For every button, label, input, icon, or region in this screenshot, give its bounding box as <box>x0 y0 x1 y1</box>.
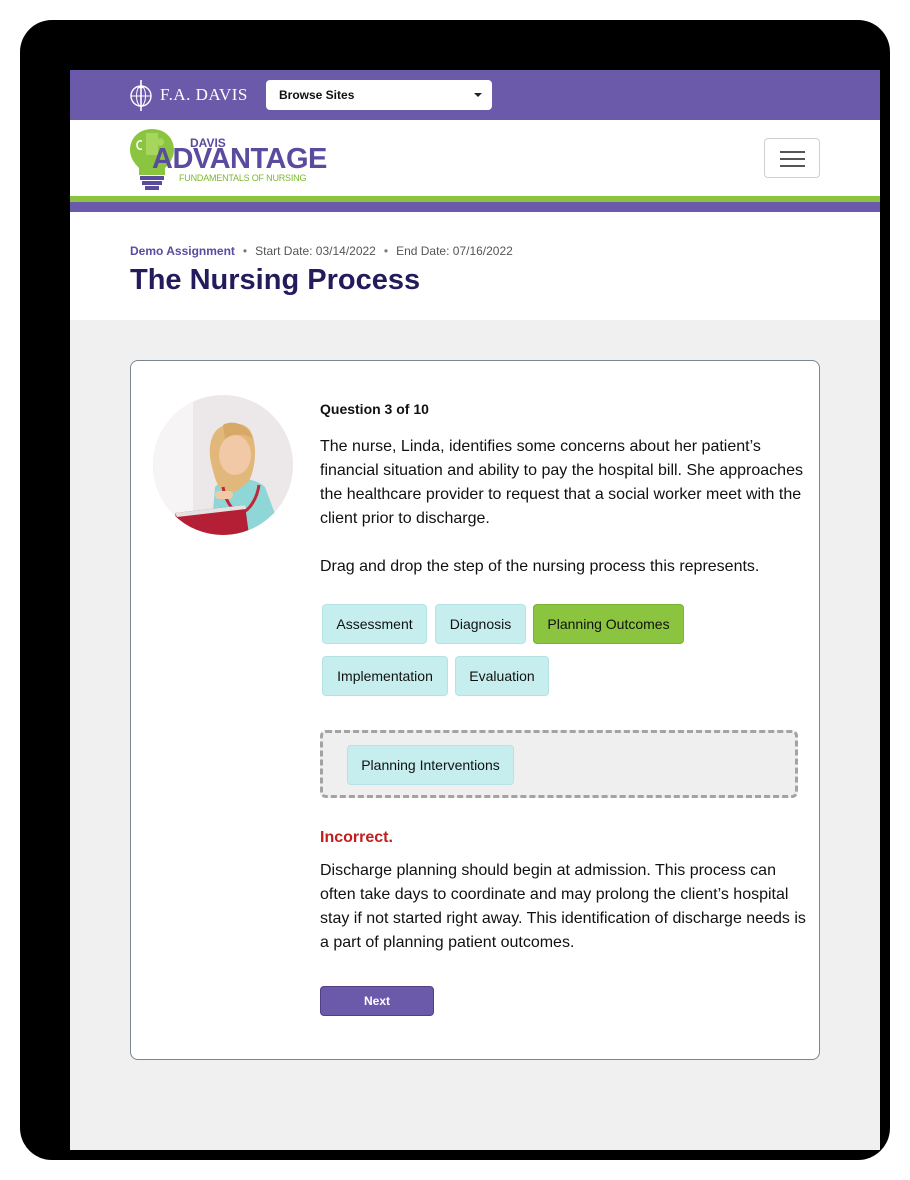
assignment-name: Demo Assignment <box>130 244 235 258</box>
feedback-status: Incorrect. <box>320 829 393 846</box>
hamburger-menu-button[interactable] <box>764 138 820 178</box>
separator-dot: • <box>383 244 389 258</box>
separator-dot: • <box>242 244 248 258</box>
feedback-explanation: Discharge planning should begin at admis… <box>320 862 806 951</box>
next-button[interactable]: Next <box>320 986 434 1016</box>
chevron-down-icon <box>474 93 482 97</box>
option-assessment[interactable]: Assessment <box>322 604 427 644</box>
assignment-header: Demo Assignment • Start Date: 03/14/2022… <box>70 212 880 320</box>
end-date: End Date: 07/16/2022 <box>396 244 513 258</box>
browse-sites-dropdown[interactable]: Browse Sites <box>266 80 492 110</box>
option-evaluation[interactable]: Evaluation <box>455 656 549 696</box>
tablet-frame: F.A. DAVIS Browse Sites DAVIS ADVANTAGE … <box>20 20 890 1160</box>
brand-line-3: FUNDAMENTALS OF NURSING <box>179 173 307 183</box>
question-card: Question 3 of 10 The nurse, Linda, ident… <box>130 360 820 1060</box>
nurse-illustration <box>153 395 293 535</box>
brand-line-2: ADVANTAGE <box>152 143 327 175</box>
dropped-answer-chip[interactable]: Planning Interventions <box>347 745 514 785</box>
start-date: Start Date: 03/14/2022 <box>255 244 376 258</box>
nurse-avatar <box>153 395 293 535</box>
page-title: The Nursing Process <box>130 264 421 296</box>
question-prompt: The nurse, Linda, identifies some concer… <box>320 438 803 527</box>
option-diagnosis[interactable]: Diagnosis <box>435 604 526 644</box>
option-planning-outcomes[interactable]: Planning Outcomes <box>533 604 684 644</box>
purple-stripe <box>70 202 880 212</box>
top-bar: F.A. DAVIS Browse Sites <box>70 70 880 120</box>
fa-davis-logo[interactable]: F.A. DAVIS <box>128 78 248 112</box>
option-implementation[interactable]: Implementation <box>322 656 448 696</box>
assignment-meta: Demo Assignment • Start Date: 03/14/2022… <box>130 244 513 258</box>
question-counter: Question 3 of 10 <box>320 401 429 417</box>
globe-caduceus-icon <box>130 80 152 111</box>
publisher-name: F.A. DAVIS <box>160 85 248 104</box>
answer-drop-zone[interactable]: Planning Interventions <box>320 730 798 798</box>
browse-sites-label: Browse Sites <box>279 88 355 102</box>
question-instruction: Drag and drop the step of the nursing pr… <box>320 558 760 575</box>
screen: F.A. DAVIS Browse Sites DAVIS ADVANTAGE … <box>70 70 880 1150</box>
